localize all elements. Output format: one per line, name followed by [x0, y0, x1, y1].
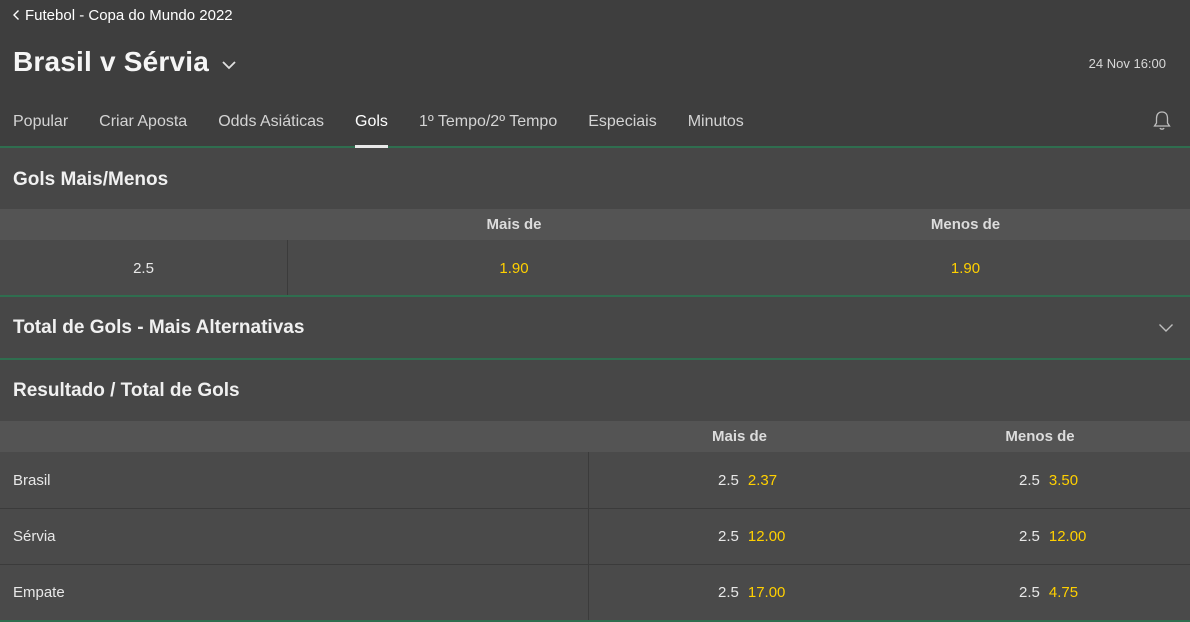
col-over-label: Mais de — [486, 216, 542, 233]
odds-value: 12.00 — [1048, 528, 1087, 545]
result-total-column-header: Mais de Menos de — [0, 421, 1190, 452]
over-under-column-header: Mais de Menos de — [0, 209, 1190, 240]
table-row: Brasil 2.5 2.37 2.5 3.50 — [0, 452, 1190, 508]
odds-over-button[interactable]: 1.90 — [287, 240, 741, 296]
tab-minutos[interactable]: Minutos — [688, 108, 744, 148]
market-tabs: Popular Criar Aposta Odds Asiáticas Gols… — [13, 108, 775, 148]
goal-line: 2.5 — [718, 528, 739, 545]
market-title-alternatives[interactable]: Total de Gols - Mais Alternativas — [0, 299, 1190, 357]
col-under-label: Menos de — [1005, 428, 1075, 445]
goal-line: 2.5 — [133, 259, 154, 277]
market-title-result-total: Resultado / Total de Gols — [0, 361, 1190, 421]
tab-popular[interactable]: Popular — [13, 108, 68, 148]
page-title: Brasil v Sérvia — [13, 46, 210, 77]
column-divider — [588, 509, 589, 564]
section-divider — [0, 295, 1190, 297]
bell-icon[interactable] — [1152, 110, 1172, 132]
goal-line: 2.5 — [1019, 584, 1040, 601]
goal-line: 2.5 — [718, 471, 739, 489]
odds-value: 17.00 — [747, 584, 786, 601]
section-divider — [0, 358, 1190, 360]
tab-1-tempo-2-tempo[interactable]: 1º Tempo/2º Tempo — [419, 108, 557, 148]
market-title-over-under: Gols Mais/Menos — [0, 150, 1190, 210]
goal-line: 2.5 — [718, 584, 739, 601]
table-row: Sérvia 2.5 12.00 2.5 12.00 — [0, 509, 1190, 564]
column-divider — [588, 452, 589, 508]
tab-especiais[interactable]: Especiais — [588, 108, 656, 148]
col-under-label: Menos de — [930, 216, 1001, 233]
event-datetime: 24 Nov 16:00 — [1088, 56, 1166, 71]
tab-gols[interactable]: Gols — [355, 108, 388, 148]
chevron-left-icon — [13, 10, 19, 20]
event-title-dropdown[interactable]: Brasil v Sérvia — [13, 42, 237, 82]
odds-value: 12.00 — [747, 528, 786, 545]
chevron-down-icon — [222, 61, 236, 70]
odds-under-button[interactable]: 1.90 — [741, 240, 1190, 296]
goal-line: 2.5 — [1019, 471, 1040, 489]
event-header: Futebol - Copa do Mundo 2022 Brasil v Sé… — [0, 0, 1190, 148]
tab-odds-asiaticas[interactable]: Odds Asiáticas — [218, 108, 324, 148]
chevron-down-icon[interactable] — [1158, 323, 1174, 333]
odds-value: 3.50 — [1048, 471, 1079, 489]
breadcrumb[interactable]: Futebol - Copa do Mundo 2022 — [12, 6, 233, 24]
breadcrumb-label: Futebol - Copa do Mundo 2022 — [25, 6, 233, 24]
col-over-label: Mais de — [711, 428, 768, 445]
table-row: 2.5 1.90 1.90 — [0, 240, 1190, 296]
goal-line: 2.5 — [1019, 528, 1040, 545]
odds-over-button[interactable]: 2.5 17.00 — [718, 565, 878, 620]
odds-over-button[interactable]: 2.5 2.37 — [718, 452, 878, 508]
alternatives-title: Total de Gols - Mais Alternativas — [13, 317, 305, 338]
column-divider — [588, 565, 589, 620]
odds-value: 2.37 — [747, 471, 778, 489]
odds-under-button[interactable]: 2.5 3.50 — [1019, 452, 1179, 508]
outcome-label: Brasil — [13, 471, 51, 489]
odds-under-button[interactable]: 2.5 4.75 — [1019, 565, 1179, 620]
outcome-label: Empate — [13, 584, 65, 601]
odds-over-button[interactable]: 2.5 12.00 — [718, 509, 878, 564]
outcome-label: Sérvia — [13, 528, 56, 545]
odds-under-button[interactable]: 2.5 12.00 — [1019, 509, 1179, 564]
odds-value: 4.75 — [1048, 584, 1079, 601]
table-row: Empate 2.5 17.00 2.5 4.75 — [0, 565, 1190, 620]
tab-criar-aposta[interactable]: Criar Aposta — [99, 108, 187, 148]
